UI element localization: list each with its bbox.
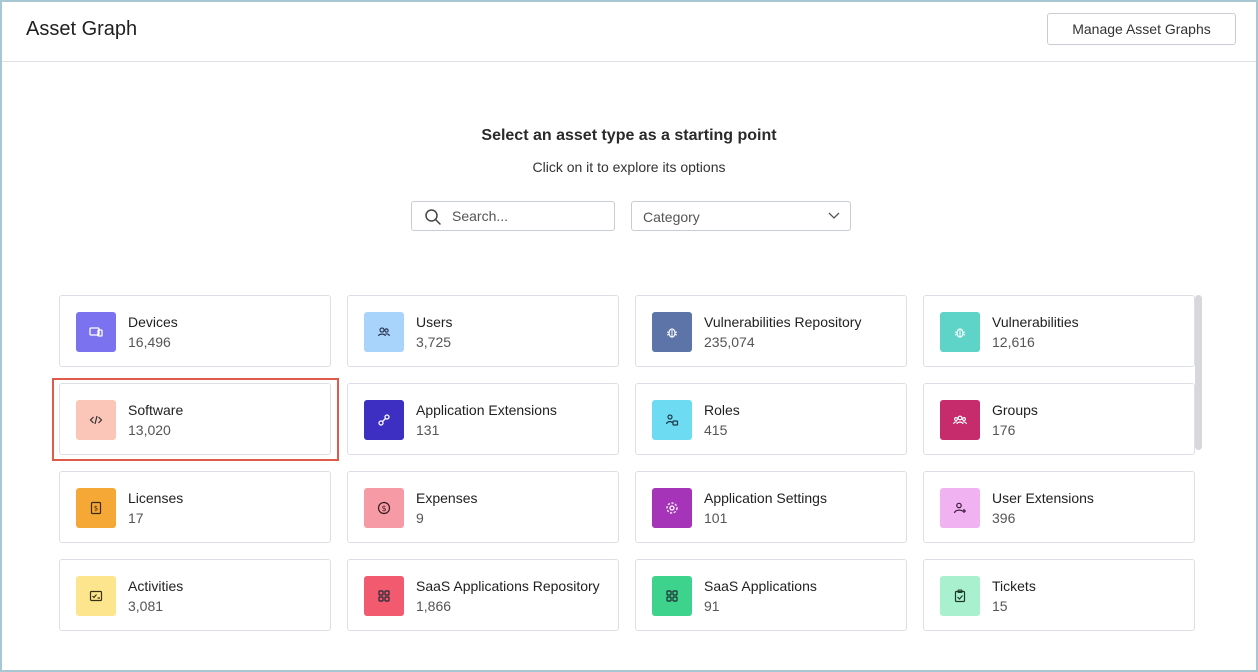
chevron-down-icon <box>828 212 840 219</box>
asset-name: Roles <box>704 402 740 418</box>
asset-count: 91 <box>704 598 720 614</box>
page-title: Asset Graph <box>26 18 138 40</box>
asset-count: 1,866 <box>416 598 452 614</box>
asset-icon-box <box>940 312 980 352</box>
asset-icon-box <box>940 488 980 528</box>
category-select[interactable]: Category <box>631 201 851 231</box>
asset-icon-box <box>652 488 692 528</box>
asset-count: 15 <box>992 598 1008 614</box>
asset-card-roles[interactable]: Roles 415 <box>635 383 907 455</box>
license-icon: $ <box>90 501 102 515</box>
asset-icon-box: $ <box>76 488 116 528</box>
activity-icon <box>89 590 103 602</box>
apps-icon <box>666 590 678 602</box>
asset-icon-box <box>940 400 980 440</box>
asset-card-vulnerabilities-repository[interactable]: Vulnerabilities Repository 235,074 <box>635 295 907 367</box>
asset-card-user-extensions[interactable]: User Extensions 396 <box>923 471 1195 543</box>
asset-name: Application Extensions <box>416 402 557 418</box>
asset-icon-box <box>76 312 116 352</box>
gear-icon <box>666 502 678 514</box>
asset-name: SaaS Applications Repository <box>416 578 600 594</box>
asset-icon-box <box>940 576 980 616</box>
svg-text:$: $ <box>94 505 98 513</box>
search-input[interactable] <box>452 206 608 226</box>
prompt-subtitle: Click on it to explore its options <box>532 159 726 175</box>
asset-count: 131 <box>416 422 440 438</box>
asset-count: 415 <box>704 422 728 438</box>
asset-card-expenses[interactable]: $ Expenses 9 <box>347 471 619 543</box>
asset-count: 235,074 <box>704 334 755 350</box>
user-plus-icon <box>953 502 966 514</box>
asset-name: Licenses <box>128 490 184 506</box>
asset-name: Expenses <box>416 490 478 506</box>
asset-card-application-extensions[interactable]: Application Extensions 131 <box>347 383 619 455</box>
scrollbar-thumb[interactable] <box>1195 295 1202 450</box>
asset-name: Devices <box>128 314 178 330</box>
svg-text:$: $ <box>381 504 386 513</box>
asset-count: 101 <box>704 510 728 526</box>
asset-count: 17 <box>128 510 144 526</box>
asset-count: 13,020 <box>128 422 171 438</box>
manage-asset-graphs-button[interactable]: Manage Asset Graphs <box>1047 13 1236 45</box>
asset-count: 3,725 <box>416 334 452 350</box>
asset-count: 9 <box>416 510 424 526</box>
asset-card-saas-applications-repository[interactable]: SaaS Applications Repository 1,866 <box>347 559 619 631</box>
asset-card-saas-applications[interactable]: SaaS Applications 91 <box>635 559 907 631</box>
asset-count: 12,616 <box>992 334 1035 350</box>
asset-type-grid: Devices 16,496 Users 3,725 Vulnerabilities R… <box>59 295 1195 631</box>
asset-count: 16,496 <box>128 334 171 350</box>
users-icon <box>377 327 391 337</box>
clipboard-icon <box>954 589 966 603</box>
asset-card-licenses[interactable]: $ Licenses 17 <box>59 471 331 543</box>
asset-count: 3,081 <box>128 598 164 614</box>
asset-name: Groups <box>992 402 1038 418</box>
asset-icon-box: $ <box>364 488 404 528</box>
asset-card-tickets[interactable]: Tickets 15 <box>923 559 1195 631</box>
asset-count: 396 <box>992 510 1016 526</box>
asset-name: Application Settings <box>704 490 827 506</box>
devices-icon <box>89 327 103 337</box>
asset-icon-box <box>76 400 116 440</box>
asset-icon-box <box>652 312 692 352</box>
asset-card-vulnerabilities[interactable]: Vulnerabilities 12,616 <box>923 295 1195 367</box>
bug-icon <box>666 328 678 338</box>
asset-icon-box <box>76 576 116 616</box>
prompt-title: Select an asset type as a starting point <box>481 127 777 144</box>
plugin-icon <box>378 414 390 426</box>
code-icon <box>89 415 103 425</box>
groups-icon <box>952 415 968 425</box>
asset-icon-box <box>364 312 404 352</box>
bug-icon <box>954 328 966 338</box>
category-selected-value: Category <box>643 209 700 225</box>
asset-icon-box <box>652 400 692 440</box>
asset-card-software[interactable]: Software 13,020 <box>59 383 331 455</box>
page-header: Asset Graph Manage Asset Graphs <box>2 2 1256 62</box>
search-icon <box>425 209 441 225</box>
asset-card-users[interactable]: Users 3,725 <box>347 295 619 367</box>
asset-icon-box <box>364 400 404 440</box>
asset-icon-box <box>652 576 692 616</box>
apps-icon <box>378 590 390 602</box>
asset-name: Users <box>416 314 453 330</box>
search-box[interactable] <box>411 201 615 231</box>
asset-name: Activities <box>128 578 184 594</box>
asset-card-devices[interactable]: Devices 16,496 <box>59 295 331 367</box>
asset-name: Software <box>128 402 184 418</box>
asset-name: Vulnerabilities <box>992 314 1079 330</box>
asset-count: 176 <box>992 422 1016 438</box>
asset-name: Vulnerabilities Repository <box>704 314 862 330</box>
asset-icon-box <box>364 576 404 616</box>
asset-card-application-settings[interactable]: Application Settings 101 <box>635 471 907 543</box>
asset-card-activities[interactable]: Activities 3,081 <box>59 559 331 631</box>
dollar-icon: $ <box>377 501 391 515</box>
role-icon <box>665 414 679 426</box>
asset-name: User Extensions <box>992 490 1094 506</box>
asset-name: SaaS Applications <box>704 578 817 594</box>
asset-card-groups[interactable]: Groups 176 <box>923 383 1195 455</box>
asset-name: Tickets <box>992 578 1036 594</box>
